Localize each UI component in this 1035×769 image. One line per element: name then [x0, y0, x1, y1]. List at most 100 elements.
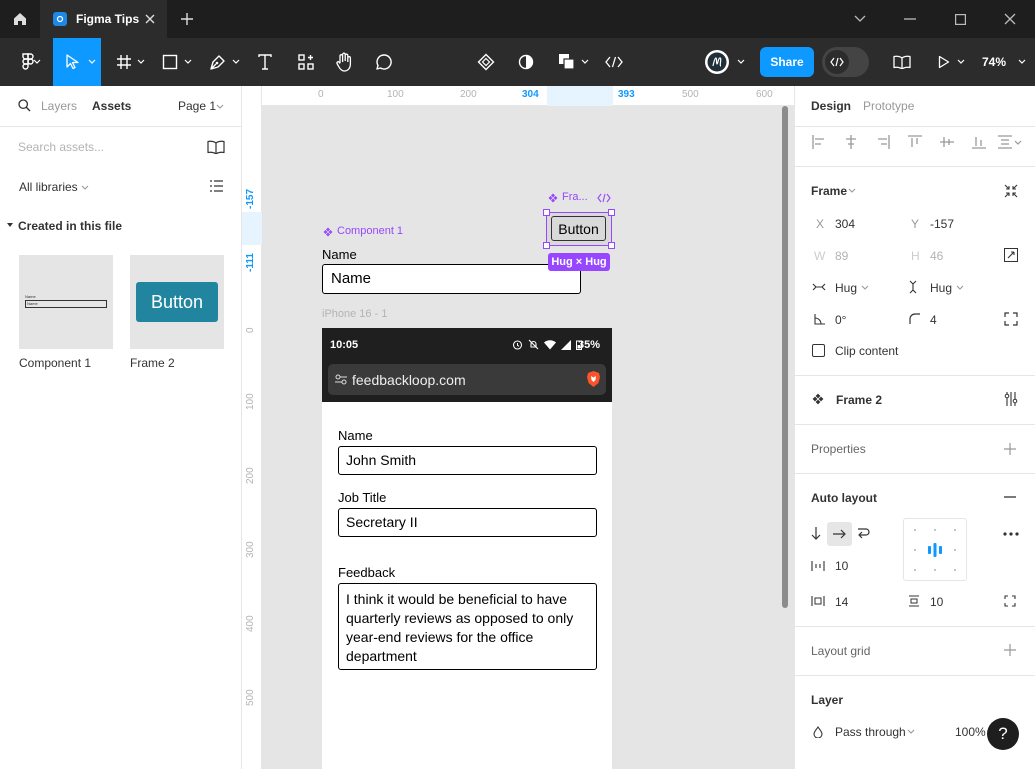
resize-handle[interactable] [543, 242, 550, 249]
auto-layout-title[interactable]: Auto layout [811, 491, 877, 505]
chevron-down-icon[interactable] [907, 729, 915, 735]
feedback-textarea[interactable]: I think it would be beneficial to have q… [338, 583, 597, 670]
align-center-vertical-icon[interactable] [940, 135, 954, 149]
properties-section-title[interactable]: Properties [811, 442, 866, 456]
list-view-icon[interactable] [210, 180, 223, 192]
boolean-icon[interactable] [554, 38, 580, 86]
pen-tool-icon[interactable] [204, 38, 232, 86]
align-right-icon[interactable] [876, 135, 890, 149]
align-center-horizontal-icon[interactable] [844, 135, 858, 149]
chevron-down-icon[interactable] [33, 59, 41, 65]
rotation-input[interactable]: 0° [835, 313, 846, 327]
section-created-in-file[interactable]: Created in this file [18, 219, 122, 233]
independent-corners-icon[interactable] [1004, 312, 1018, 326]
arrow-down-icon[interactable] [811, 527, 821, 540]
resize-handle[interactable] [608, 242, 615, 249]
canvas-button[interactable]: Button [551, 216, 606, 241]
shape-tool-icon[interactable] [156, 38, 184, 86]
resize-handle[interactable] [543, 209, 550, 216]
blend-mode-select[interactable]: Pass through [835, 725, 906, 739]
more-options-icon[interactable] [1003, 532, 1019, 536]
resources-icon[interactable] [292, 38, 320, 86]
text-tool-icon[interactable] [252, 38, 278, 86]
add-icon[interactable] [1004, 644, 1016, 656]
chevron-down-icon[interactable] [232, 59, 240, 65]
component-tool-icon[interactable] [472, 38, 500, 86]
constrain-proportions-icon[interactable] [1004, 248, 1018, 262]
code-icon[interactable] [597, 193, 611, 203]
canvas[interactable]: 0 100 200 304 393 500 600 -157 -111 0 10… [242, 86, 794, 769]
brave-shield-icon[interactable] [586, 370, 601, 388]
x-input[interactable]: 304 [835, 217, 855, 231]
chevron-down-icon[interactable] [957, 59, 965, 65]
hand-tool-icon[interactable] [330, 38, 358, 86]
individual-padding-icon[interactable] [1004, 595, 1016, 607]
share-button[interactable]: Share [760, 47, 814, 77]
resize-handle[interactable] [608, 209, 615, 216]
instance-name[interactable]: Frame 2 [836, 393, 882, 407]
dev-mode-toggle[interactable] [822, 47, 869, 77]
component-properties-icon[interactable] [1004, 391, 1018, 407]
tab-design[interactable]: Design [811, 99, 851, 113]
remove-icon[interactable] [1004, 496, 1016, 498]
width-mode-select[interactable]: Hug [835, 281, 857, 295]
layout-grid-title[interactable]: Layout grid [811, 644, 870, 658]
height-mode-select[interactable]: Hug [930, 281, 952, 295]
vertical-padding-input[interactable]: 10 [930, 595, 943, 609]
chevron-down-icon[interactable] [581, 59, 589, 65]
tab-figma-tips[interactable]: Figma Tips [40, 0, 167, 38]
canvas-scrollbar[interactable] [782, 106, 788, 608]
url-bar[interactable]: feedbackloop.com [328, 364, 606, 395]
tab-layers[interactable]: Layers [41, 99, 77, 113]
align-top-icon[interactable] [908, 135, 922, 149]
home-icon[interactable] [0, 0, 40, 38]
maximize-icon[interactable] [935, 0, 985, 38]
library-book-icon[interactable] [888, 38, 916, 86]
new-tab-icon[interactable] [176, 8, 198, 30]
collapse-frame-icon[interactable] [1004, 184, 1018, 198]
page-selector[interactable]: Page 1 [178, 99, 216, 113]
distribute-icon[interactable] [998, 135, 1022, 149]
job-title-field[interactable]: Secretary II [338, 508, 597, 537]
library-book-icon[interactable] [207, 140, 225, 154]
present-play-icon[interactable] [932, 38, 956, 86]
comment-tool-icon[interactable] [370, 38, 398, 86]
w-input[interactable]: 89 [835, 249, 848, 263]
clip-content-checkbox[interactable] [812, 344, 825, 357]
help-button[interactable]: ? [987, 718, 1019, 750]
frame-2-selection[interactable]: Button [546, 212, 612, 246]
zoom-level[interactable]: 74% [982, 55, 1006, 69]
direction-horizontal-button[interactable] [827, 522, 852, 546]
close-tab-icon[interactable] [143, 12, 157, 26]
search-assets-input[interactable]: Search assets... [18, 140, 104, 154]
chevron-down-icon[interactable] [81, 185, 89, 191]
asset-thumb-frame-2[interactable]: Button [130, 255, 224, 349]
avatar[interactable] [703, 38, 731, 86]
chevron-down-icon[interactable] [848, 188, 856, 194]
chevron-down-icon[interactable] [184, 59, 192, 65]
gap-input[interactable]: 10 [835, 559, 848, 573]
move-tool-button[interactable] [53, 38, 101, 86]
libraries-dropdown[interactable]: All libraries [19, 180, 78, 194]
horizontal-padding-input[interactable]: 14 [835, 595, 848, 609]
asset-thumb-component-1[interactable]: Name Name [19, 255, 113, 349]
component-label[interactable]: Component 1 [337, 225, 403, 237]
add-icon[interactable] [1004, 443, 1016, 455]
name-field[interactable]: John Smith [338, 446, 597, 475]
frame-label[interactable]: Fra... [562, 191, 588, 203]
contrast-icon[interactable] [512, 38, 540, 86]
iphone-frame-label[interactable]: iPhone 16 - 1 [322, 308, 387, 320]
chevron-down-icon[interactable] [737, 59, 745, 65]
tab-prototype[interactable]: Prototype [863, 99, 914, 113]
align-bottom-icon[interactable] [972, 135, 986, 149]
chevron-down-icon[interactable] [216, 104, 224, 110]
align-left-icon[interactable] [812, 135, 826, 149]
iphone-frame[interactable]: 10:05 35% feedbackloop.com Name John Smi… [322, 328, 612, 769]
chevron-down-icon[interactable] [1018, 59, 1026, 65]
chevron-down-icon[interactable] [137, 59, 145, 65]
chevron-down-icon[interactable] [956, 285, 964, 291]
corner-radius-input[interactable]: 4 [930, 313, 937, 327]
chevron-down-icon[interactable] [835, 0, 885, 38]
frame-tool-icon[interactable] [110, 38, 138, 86]
opacity-input[interactable]: 100% [955, 725, 986, 739]
